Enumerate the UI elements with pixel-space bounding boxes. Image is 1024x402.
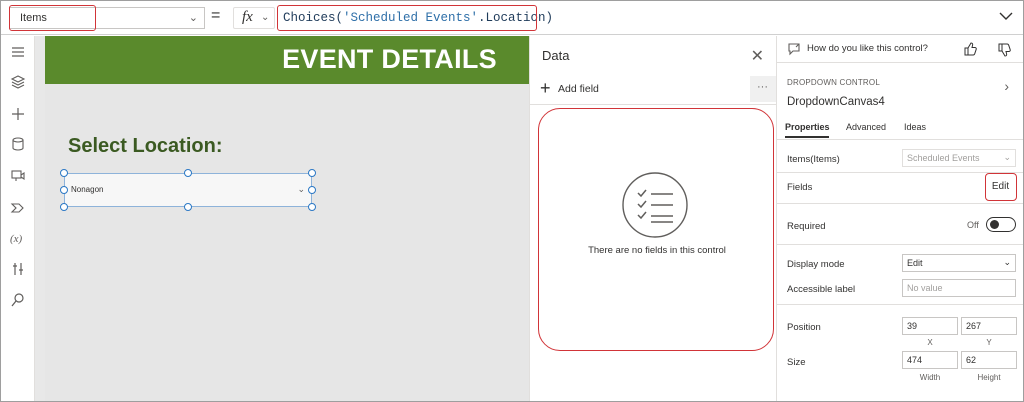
canvas-area: EVENT DETAILS Select Location: Nonagon ⌄	[35, 36, 529, 401]
edit-fields-button[interactable]: Edit	[985, 173, 1017, 201]
add-icon[interactable]	[10, 106, 26, 122]
feedback-bar: How do you like this control?	[777, 36, 1023, 62]
position-label: Position	[787, 322, 821, 333]
empty-message: There are no fields in this control	[588, 245, 726, 256]
dropdown-value: Nonagon	[71, 185, 104, 194]
power-automate-icon[interactable]	[10, 200, 26, 216]
data-panel: Data ✕ + Add field ··· There are no fiel…	[529, 36, 777, 401]
chevron-down-icon: ⌄	[1003, 257, 1011, 267]
resize-handle-top[interactable]	[184, 169, 192, 177]
add-field-label: Add field	[558, 83, 599, 95]
height-input[interactable]: 62	[961, 351, 1017, 369]
required-label: Required	[787, 221, 826, 232]
resize-handle-bottom-right[interactable]	[308, 203, 316, 211]
width-caption: Width	[919, 373, 941, 382]
items-select: Scheduled Events ⌄	[902, 149, 1016, 167]
more-icon: ···	[757, 81, 768, 93]
svg-text:(x): (x)	[10, 233, 23, 245]
formula-highlight	[277, 5, 537, 31]
data-panel-title: Data	[542, 48, 570, 63]
checklist-icon	[622, 172, 688, 238]
thumbs-up-icon[interactable]	[963, 42, 977, 56]
toggle-knob	[990, 220, 999, 229]
properties-panel: How do you like this control? DROPDOWN C…	[777, 36, 1023, 401]
select-location-label[interactable]: Select Location:	[68, 135, 222, 158]
expand-formula-icon[interactable]	[999, 9, 1013, 23]
layers-icon[interactable]	[10, 74, 26, 90]
property-highlight	[9, 5, 96, 31]
tools-icon[interactable]	[10, 261, 26, 277]
app-window: Items ⌄ = fx ⌄ Choices('Scheduled Events…	[0, 0, 1024, 402]
edit-label: Edit	[991, 181, 1010, 192]
chevron-right-icon[interactable]: ›	[1004, 78, 1009, 94]
position-x-input[interactable]: 39	[902, 317, 958, 335]
height-value: 62	[966, 355, 977, 365]
tab-advanced[interactable]: Advanced	[846, 122, 886, 132]
chevron-down-icon: ⌄	[188, 12, 198, 24]
empty-fields-area: There are no fields in this control	[538, 108, 774, 351]
divider	[777, 304, 1023, 305]
size-label: Size	[787, 357, 806, 368]
width-value: 474	[907, 355, 923, 365]
position-y-value: 267	[966, 321, 982, 331]
fx-button[interactable]: fx ⌄	[233, 7, 275, 29]
resize-handle-right[interactable]	[308, 186, 316, 194]
feedback-icon	[788, 43, 800, 56]
resize-handle-top-left[interactable]	[60, 169, 68, 177]
close-icon[interactable]: ✕	[751, 46, 764, 66]
accessible-label-placeholder: No value	[907, 283, 943, 293]
y-caption: Y	[986, 338, 992, 347]
divider	[777, 139, 1023, 140]
active-tab-indicator	[785, 136, 829, 138]
required-toggle[interactable]	[986, 217, 1016, 232]
x-caption: X	[927, 338, 933, 347]
formula-bar: Items ⌄ = fx ⌄ Choices('Scheduled Events…	[1, 1, 1023, 35]
resize-handle-left[interactable]	[60, 186, 68, 194]
divider	[777, 203, 1023, 204]
media-icon[interactable]	[10, 168, 26, 184]
control-name: DropdownCanvas4	[787, 96, 885, 108]
divider	[530, 104, 776, 105]
variables-icon[interactable]: (x)	[10, 230, 26, 246]
accessible-label-input[interactable]: No value	[902, 279, 1016, 297]
thumbs-down-icon[interactable]	[997, 43, 1011, 57]
chevron-down-icon: ⌄	[297, 184, 305, 194]
control-type: DROPDOWN CONTROL	[787, 78, 880, 87]
more-options-button[interactable]: ···	[750, 76, 776, 102]
height-caption: Height	[977, 373, 1001, 382]
divider	[777, 244, 1023, 245]
app-screen[interactable]: EVENT DETAILS Select Location: Nonagon ⌄	[45, 36, 529, 401]
tab-ideas[interactable]: Ideas	[904, 122, 926, 132]
resize-handle-bottom-left[interactable]	[60, 203, 68, 211]
items-value: Scheduled Events	[907, 153, 980, 163]
tab-properties[interactable]: Properties	[785, 122, 830, 132]
resize-handle-bottom[interactable]	[184, 203, 192, 211]
add-icon: +	[540, 78, 551, 98]
database-icon[interactable]	[10, 136, 26, 152]
search-icon[interactable]	[10, 292, 26, 308]
equals-sign: =	[211, 7, 221, 24]
position-x-value: 39	[907, 321, 918, 331]
hamburger-icon[interactable]	[10, 44, 26, 60]
banner-title: EVENT DETAILS	[282, 44, 497, 74]
location-dropdown[interactable]: Nonagon ⌄	[64, 173, 312, 207]
accessible-label-label: Accessible label	[787, 284, 856, 295]
fields-label: Fields	[787, 182, 813, 193]
display-mode-value: Edit	[907, 258, 923, 268]
left-rail: (x)	[1, 36, 35, 401]
items-label: Items(Items)	[787, 154, 840, 165]
required-state: Off	[967, 220, 979, 230]
fx-icon: fx	[242, 9, 253, 25]
width-input[interactable]: 474	[902, 351, 958, 369]
display-mode-label: Display mode	[787, 259, 845, 270]
resize-handle-top-right[interactable]	[308, 169, 316, 177]
divider	[777, 62, 1023, 63]
chevron-down-icon: ⌄	[1003, 152, 1011, 162]
position-y-input[interactable]: 267	[961, 317, 1017, 335]
chevron-down-icon: ⌄	[261, 12, 270, 23]
title-banner[interactable]: EVENT DETAILS	[45, 36, 529, 84]
display-mode-select[interactable]: Edit ⌄	[902, 254, 1016, 272]
feedback-prompt: How do you like this control?	[807, 43, 928, 54]
